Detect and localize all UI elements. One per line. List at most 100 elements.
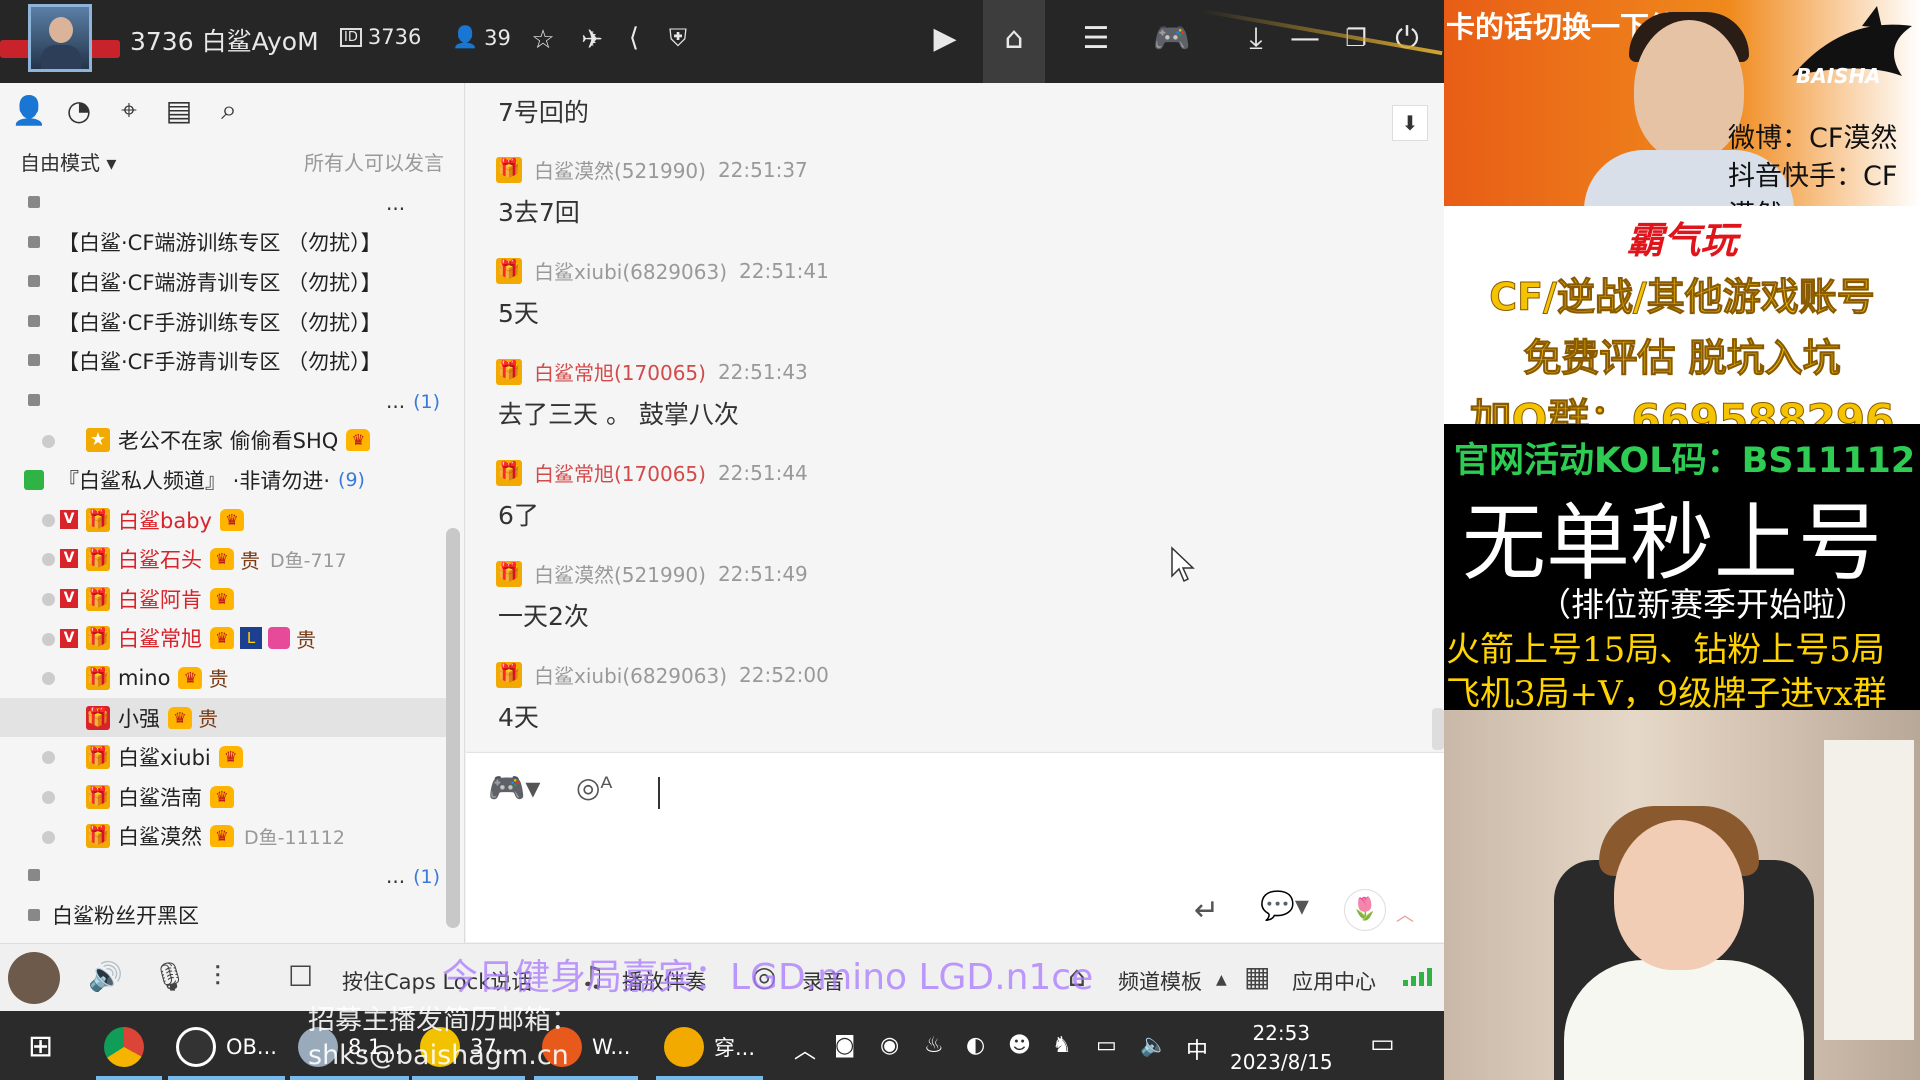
crown-icon: ♛	[210, 627, 234, 650]
taskbar-obs[interactable]: OB...	[168, 1025, 285, 1080]
channel-row[interactable]: ... (1)	[0, 856, 450, 896]
lock-icon	[28, 235, 40, 248]
record-icon[interactable]: ▶	[925, 18, 965, 58]
member-row[interactable]: 🎁 白鲨浩南 ♛	[0, 777, 450, 817]
taskbar-crossfire[interactable]: 穿...	[655, 1025, 764, 1080]
taskbar-label: 穿...	[714, 1036, 756, 1060]
ime-indicator[interactable]: 中	[1186, 1033, 1208, 1065]
member-row[interactable]: V 🎁 白鲨石头 ♛ 贵 D鱼-717	[0, 539, 450, 579]
promo-detail: 飞机3局+V，9级牌子进vx群	[1446, 674, 1887, 714]
search-icon[interactable]: ⌕	[210, 91, 248, 129]
notification-icon[interactable]: ▭	[1370, 1029, 1395, 1059]
message-user[interactable]: 白鲨漠然(521990)	[534, 155, 706, 184]
qq-icon[interactable]: ♞	[1052, 1033, 1072, 1058]
plane-icon[interactable]: ✈	[572, 20, 612, 60]
tray-app-icon[interactable]: ◙	[834, 1033, 855, 1058]
mode-dropdown[interactable]: 自由模式 ▾	[20, 147, 116, 176]
message-user[interactable]: 白鲨xiubi(6829063)	[534, 660, 727, 689]
lock-icon	[28, 314, 40, 327]
channel-row[interactable]: 『白鲨私人频道』 ·非请勿进· (9)	[0, 460, 450, 500]
member-name: mino	[118, 665, 171, 690]
channel-row[interactable]: ★ 老公不在家 偷偷看SHQ ♛	[0, 421, 450, 461]
member-row[interactable]: V 🎁 白鲨常旭 ♛ L 贵	[0, 619, 450, 659]
tray-flame-icon[interactable]: ♨	[924, 1033, 944, 1058]
message-user[interactable]: 白鲨常旭(170065)	[534, 357, 706, 386]
notes-icon[interactable]: ▤	[160, 91, 198, 129]
more-icon[interactable]: ...	[386, 191, 405, 215]
chat-scrollbar[interactable]	[1432, 708, 1444, 750]
crown-icon: ♛	[210, 548, 234, 571]
more-icon[interactable]: ... (1)	[386, 864, 440, 888]
chevron-up-icon[interactable]: ︿	[794, 1033, 816, 1065]
member-row[interactable]: 🎁 白鲨漠然 ♛ D鱼-11112	[0, 817, 450, 857]
chevron-up-icon[interactable]: ▲	[1216, 972, 1227, 988]
id-icon: ID	[340, 27, 362, 47]
scroll-down-button[interactable]: ⬇	[1392, 105, 1428, 141]
noble-badge: 贵	[296, 627, 316, 652]
clock[interactable]: 22:53 2023/8/15	[1230, 1019, 1333, 1077]
chat-bubble-icon[interactable]: 💬▾	[1260, 889, 1309, 922]
microphone-icon[interactable]: 🎙	[152, 960, 188, 993]
channel-scrollbar[interactable]	[446, 528, 460, 928]
location-icon[interactable]: ⌖	[110, 91, 148, 129]
list-icon[interactable]: ☰	[1076, 18, 1116, 58]
chrome-icon	[104, 1027, 144, 1067]
share-icon[interactable]: ⟨	[614, 18, 654, 58]
user-icon[interactable]: 👤	[10, 91, 48, 129]
signal-bar	[1411, 976, 1416, 986]
mode-note: 所有人可以发言	[304, 151, 444, 175]
channel-row[interactable]: 【白鲨·CF手游训练专区 （勿扰）】	[0, 302, 450, 342]
message-user[interactable]: 白鲨常旭(170065)	[534, 458, 706, 487]
windows-start-icon[interactable]: ⊞	[28, 1029, 53, 1064]
gamepad-icon[interactable]: 🎮▾	[488, 771, 540, 806]
app-center-label[interactable]: 应用中心	[1292, 966, 1376, 996]
volume-icon[interactable]: 🔈	[1140, 1033, 1167, 1058]
my-avatar[interactable]	[8, 952, 60, 1004]
channel-row[interactable]: ... (1)	[0, 381, 450, 421]
chat-panel: 7号回的 ⬇ 🎁 白鲨漠然(521990) 22:51:37 3去7回 🎁 白鲨…	[466, 83, 1444, 751]
windows-taskbar: ⊞ OB... 8.1... 37... W... 穿... ︿ ◙ ◉ ♨ ◐…	[0, 1011, 1444, 1080]
more-icon[interactable]: ... (1)	[386, 389, 440, 413]
flower-icon[interactable]: 🌷	[1344, 889, 1386, 931]
mixer-icon[interactable]: ⫶	[214, 960, 221, 994]
gamepad-icon[interactable]: 🎮	[1152, 18, 1192, 58]
member-row[interactable]: 🎁 小强 ♛ 贵	[0, 697, 450, 738]
network-icon[interactable]: ▭	[1096, 1033, 1117, 1058]
channel-avatar[interactable]	[28, 4, 92, 72]
message-user[interactable]: 白鲨xiubi(6829063)	[534, 256, 727, 285]
member-row[interactable]: 🎁 mino ♛ 贵	[0, 658, 450, 698]
speaker-icon[interactable]: 🔊	[88, 960, 123, 993]
tray-app-icon[interactable]: ◐	[966, 1033, 985, 1058]
taskbar-chrome[interactable]	[96, 1025, 162, 1080]
channel-row[interactable]: ...	[0, 183, 450, 223]
checkbox-icon[interactable]: ☐	[288, 960, 313, 993]
mouse-cursor-icon	[1171, 546, 1195, 583]
translate-icon[interactable]: ◎ᴬ	[576, 771, 613, 804]
channel-row[interactable]: 【白鲨·CF端游青训专区 （勿扰）】	[0, 262, 450, 302]
channel-row[interactable]: 【白鲨·CF手游青训专区 （勿扰）】	[0, 341, 450, 381]
template-label[interactable]: 频道模板	[1118, 966, 1202, 996]
message-input-area[interactable]: 🎮▾ ◎ᴬ ↵ 💬▾ 🌷 ︿	[466, 752, 1444, 942]
mode-label: 自由模式	[20, 151, 100, 175]
chevron-up-icon[interactable]: ︿	[1396, 901, 1414, 927]
member-row[interactable]: V 🎁 白鲨baby ♛	[0, 500, 450, 540]
status-dot	[42, 513, 55, 527]
message-time: 22:51:37	[717, 157, 808, 182]
star-icon[interactable]: ☆	[523, 20, 563, 60]
home-icon[interactable]: ⌂	[994, 18, 1034, 58]
tray-app-icon[interactable]: ☻	[1008, 1033, 1031, 1058]
apps-grid-icon[interactable]: ▦	[1244, 960, 1270, 993]
tray-obs-icon[interactable]: ◉	[880, 1033, 899, 1058]
shield-icon[interactable]: ⛨	[658, 18, 698, 58]
channel-row[interactable]: 【白鲨·CF端游训练专区 （勿扰）】	[0, 223, 450, 263]
channel-name: 【白鲨·CF手游训练专区 （勿扰）】	[58, 310, 382, 335]
message-user[interactable]: 白鲨漠然(521990)	[534, 559, 706, 588]
power-icon[interactable]: ⏻	[1387, 18, 1427, 58]
member-row[interactable]: V 🎁 白鲨阿肯 ♛	[0, 579, 450, 619]
gem-badge-icon	[268, 627, 290, 650]
left-toolbar: 👤 ◔ ⌖ ▤ ⌕	[10, 91, 248, 129]
channel-row[interactable]: 白鲨粉丝开黑区	[0, 896, 450, 936]
send-enter-icon[interactable]: ↵	[1194, 893, 1219, 928]
member-row[interactable]: 🎁 白鲨xiubi ♛	[0, 737, 450, 777]
chat-history-icon[interactable]: ◔	[60, 91, 98, 129]
